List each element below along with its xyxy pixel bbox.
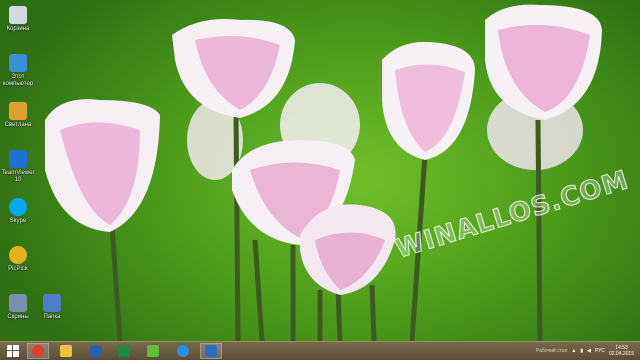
taskbar-internet-explorer[interactable]	[172, 343, 194, 359]
desktop-icon-label: Этот компьютер	[2, 74, 34, 87]
taskbar-excel[interactable]	[113, 343, 135, 359]
network-icon[interactable]: ▮	[580, 348, 583, 354]
desktop-icon-screenshots[interactable]: Скрины	[0, 294, 36, 321]
desktop-icon-this-pc[interactable]: Этот компьютер	[0, 54, 36, 88]
windows-start-icon	[7, 345, 19, 357]
recycle-bin-icon	[9, 6, 27, 24]
screenshots-icon	[9, 294, 27, 312]
picpick-icon	[9, 246, 27, 264]
skype-icon	[9, 198, 27, 216]
outlook-icon	[205, 345, 217, 357]
desktop-icon-label: Папка	[43, 314, 61, 320]
desktop-icon-label: Skype	[9, 218, 27, 224]
taskbar-outlook[interactable]	[200, 343, 222, 359]
desktop-icon-label: TeamViewer 10	[1, 170, 35, 183]
word-icon	[90, 345, 102, 357]
desktop-icon-label: Светлана	[4, 122, 32, 128]
clock-date: 02.04.2015	[608, 351, 634, 357]
language-indicator[interactable]: РУС	[595, 348, 605, 354]
desktop-wallpaper: Корзина Этот компьютер Светлана TeamView…	[0, 0, 640, 341]
desktop-icon-folder[interactable]: Папка	[34, 294, 70, 321]
file-explorer-icon	[60, 345, 72, 357]
desktop-icon-label: PicPick	[8, 266, 28, 272]
taskbar-word[interactable]	[85, 343, 107, 359]
desktop-icon-picpick[interactable]: PicPick	[0, 246, 36, 273]
folder-icon	[43, 294, 61, 312]
taskbar-chrome[interactable]	[27, 343, 49, 359]
desktop-icon-recycle-bin[interactable]: Корзина	[0, 6, 36, 33]
desktop-icon-teamviewer[interactable]: TeamViewer 10	[0, 150, 36, 184]
computer-icon	[9, 54, 27, 72]
taskbar-spreadsheet[interactable]	[142, 343, 164, 359]
system-tray: Рабочий стол ▲ ▮ ◀ РУС 14:53 02.04.2015	[536, 342, 640, 360]
internet-explorer-icon	[177, 345, 189, 357]
user-folder-icon	[9, 102, 27, 120]
tray-clock[interactable]: 14:53 02.04.2015	[609, 345, 634, 357]
volume-icon[interactable]: ◀	[587, 348, 591, 354]
tray-overflow-icon[interactable]: ▲	[571, 348, 576, 354]
desktop-icon-user-folder[interactable]: Светлана	[0, 102, 36, 129]
desktop-icon-label: Скрины	[7, 314, 29, 320]
teamviewer-icon	[9, 150, 27, 168]
desktop-icon-label: Корзина	[6, 26, 30, 32]
spreadsheet-icon	[147, 345, 159, 357]
desktop-icon-skype[interactable]: Skype	[0, 198, 36, 225]
taskbar: Рабочий стол ▲ ▮ ◀ РУС 14:53 02.04.2015	[0, 341, 640, 360]
tulip-wallpaper-image	[45, 4, 602, 341]
taskbar-file-explorer[interactable]	[55, 343, 77, 359]
chrome-icon	[32, 345, 44, 357]
tray-desktop-label[interactable]: Рабочий стол	[536, 348, 567, 354]
start-button[interactable]	[2, 343, 24, 359]
excel-icon	[118, 345, 130, 357]
